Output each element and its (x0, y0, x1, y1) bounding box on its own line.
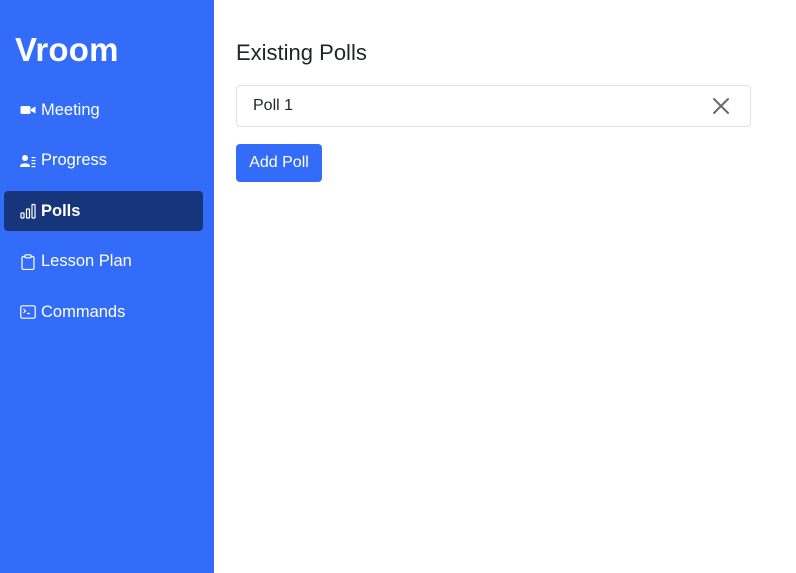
sidebar-item-label: Progress (41, 151, 108, 169)
close-icon[interactable] (710, 95, 732, 117)
sidebar-item-progress[interactable]: Progress (4, 141, 203, 181)
video-camera-icon (20, 102, 36, 118)
app: Vroom Meeting Progress Polls Lesson Plan… (0, 0, 796, 573)
add-poll-button[interactable]: Add Poll (236, 144, 322, 182)
poll-name: Poll 1 (253, 97, 294, 114)
sidebar-item-label: Lesson Plan (41, 252, 132, 270)
sidebar-item-lesson-plan[interactable]: Lesson Plan (4, 242, 203, 282)
main-content: Existing Polls Poll 1 Add Poll (214, 0, 796, 573)
sidebar-item-label: Meeting (41, 100, 100, 119)
brand-logo: Vroom (15, 31, 119, 68)
page-title: Existing Polls (236, 40, 367, 65)
sidebar-item-commands[interactable]: Commands (4, 292, 203, 332)
terminal-icon (20, 304, 36, 320)
sidebar-item-label: Polls (41, 201, 81, 220)
clipboard-icon (20, 253, 36, 270)
sidebar-item-meeting[interactable]: Meeting (4, 90, 203, 130)
sidebar-item-label: Commands (41, 302, 126, 321)
person-lines-icon (20, 153, 36, 169)
bar-chart-icon (20, 203, 36, 219)
sidebar-item-polls[interactable]: Polls (4, 191, 203, 231)
sidebar-nav: Meeting Progress Polls Lesson Plan Comma… (4, 90, 203, 332)
sidebar: Vroom Meeting Progress Polls Lesson Plan… (0, 0, 214, 573)
poll-list-item[interactable]: Poll 1 (236, 85, 751, 127)
